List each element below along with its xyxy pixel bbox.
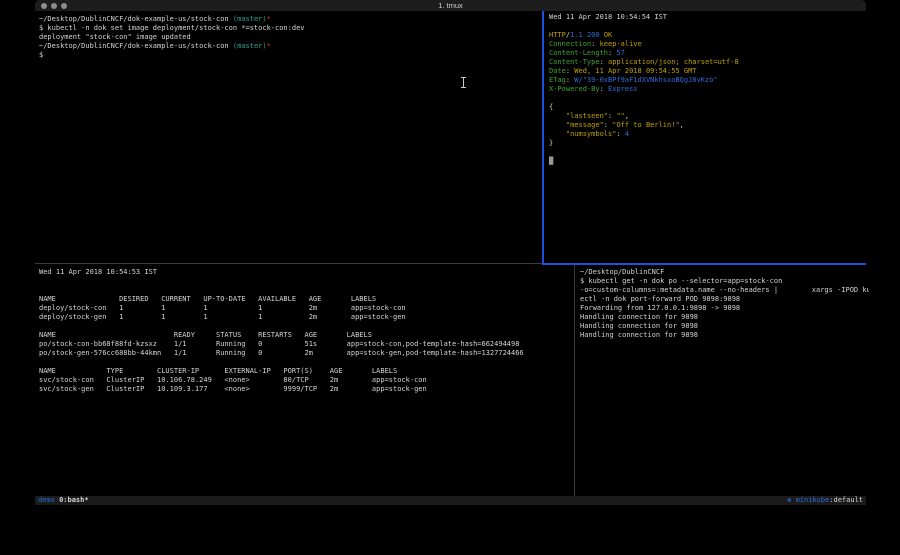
- terminal-line: Forwarding from 127.0.0.1:9898 -> 9898: [580, 304, 869, 313]
- terminal-line: [549, 148, 870, 157]
- terminal-line: "message": "Off to Berlin!",: [549, 121, 870, 130]
- terminal-line: Content-Type: application/json; charset=…: [549, 58, 870, 67]
- terminal-line: ectl -n dok port-forward POD 9898:9898: [580, 295, 869, 304]
- window-title: 1. tmux: [35, 1, 866, 11]
- pane-bottom-left-kubectl-get[interactable]: Wed 11 Apr 2018 10:54:53 IST NAME DESIRED…: [36, 264, 576, 500]
- terminal-line: $ kubectl -n dok set image deployment/st…: [39, 24, 545, 33]
- terminal-line: }: [549, 139, 870, 148]
- kube-context: minikube: [796, 496, 830, 504]
- terminal-line: █: [549, 157, 870, 166]
- pane-top-right-http-response[interactable]: Wed 11 Apr 2018 10:54:54 IST HTTP/1.1 200…: [544, 11, 870, 265]
- terminal-line: X-Powered-By: Express: [549, 85, 870, 94]
- terminal-line: [39, 286, 576, 295]
- terminal-line: po/stock-con-bb68f88fd-kzsxz 1/1 Running…: [39, 340, 576, 349]
- terminal-line: svc/stock-gen ClusterIP 10.109.3.177 <no…: [39, 385, 576, 394]
- terminal-line: ~/Desktop/DublinCNCF/dok-example-us/stoc…: [39, 42, 545, 51]
- terminal-line: NAME READY STATUS RESTARTS AGE LABELS: [39, 331, 576, 340]
- terminal-line: -o=custom-columns=:metadata.name --no-he…: [580, 286, 869, 295]
- terminal-line: Date: Wed, 11 Apr 2018 09:54:55 GMT: [549, 67, 870, 76]
- session-name: demo: [38, 496, 55, 504]
- terminal-line: "numsymbols": 4: [549, 130, 870, 139]
- window-tab[interactable]: 0:bash*: [59, 496, 89, 504]
- terminal-line: Handling connection for 9898: [580, 322, 869, 331]
- tmux-status-bar: demo 0:bash* ⊛ minikube:default: [35, 496, 866, 505]
- terminal-line: $: [39, 51, 545, 60]
- pane-bottom-right-port-forward[interactable]: ~/Desktop/DublinCNCF$ kubectl get -n dok…: [576, 264, 869, 500]
- terminal-line: ETag: W/"39-0xBPf9aF1dXVNkhsxoBQgJ8vKzo": [549, 76, 870, 85]
- desktop-background: 1. tmux ~/Desktop/DublinCNCF/dok-example…: [0, 0, 900, 555]
- ibeam-bottom-serif: [461, 87, 466, 88]
- terminal-line: {: [549, 103, 870, 112]
- terminal-line: Connection: keep-alive: [549, 40, 870, 49]
- text-cursor-pointer: [461, 77, 466, 88]
- terminal-line: [39, 322, 576, 331]
- status-left: demo 0:bash*: [38, 496, 89, 505]
- terminal-line: svc/stock-con ClusterIP 10.106.78.249 <n…: [39, 376, 576, 385]
- kube-namespace: :default: [829, 496, 863, 504]
- terminal-line: $ kubectl get -n dok po --selector=app=s…: [580, 277, 869, 286]
- terminal-line: "lastseen": "",: [549, 112, 870, 121]
- terminal-line: deployment "stock-con" image updated: [39, 33, 545, 42]
- terminal-line: NAME TYPE CLUSTER-IP EXTERNAL-IP PORT(S)…: [39, 367, 576, 376]
- terminal-window: 1. tmux ~/Desktop/DublinCNCF/dok-example…: [35, 0, 866, 505]
- terminal-line: NAME DESIRED CURRENT UP-TO-DATE AVAILABL…: [39, 295, 576, 304]
- terminal-line: Wed 11 Apr 2018 10:54:54 IST: [549, 13, 870, 22]
- terminal-line: ~/Desktop/DublinCNCF/dok-example-us/stoc…: [39, 15, 545, 24]
- terminal-line: Content-Length: 57: [549, 49, 870, 58]
- terminal-line: Handling connection for 9898: [580, 313, 869, 322]
- terminal-line: deploy/stock-con 1 1 1 1 2m app=stock-co…: [39, 304, 576, 313]
- pane-divider-vertical-bottom[interactable]: [574, 265, 575, 496]
- terminal-line: Handling connection for 9898: [580, 331, 869, 340]
- terminal-line: Wed 11 Apr 2018 10:54:53 IST: [39, 268, 576, 277]
- terminal-line: deploy/stock-gen 1 1 1 1 2m app=stock-ge…: [39, 313, 576, 322]
- pane-top-left-shell[interactable]: ~/Desktop/DublinCNCF/dok-example-us/stoc…: [36, 11, 545, 267]
- status-right: ⊛ minikube:default: [787, 496, 863, 505]
- terminal-line: [39, 358, 576, 367]
- window-titlebar[interactable]: 1. tmux: [35, 0, 866, 11]
- terminal-line: [549, 22, 870, 31]
- terminal-line: po/stock-gen-576cc688bb-44kmn 1/1 Runnin…: [39, 349, 576, 358]
- terminal-line: HTTP/1.1 200 OK: [549, 31, 870, 40]
- terminal-line: ~/Desktop/DublinCNCF: [580, 268, 869, 277]
- terminal-line: [549, 94, 870, 103]
- terminal-line: [39, 277, 576, 286]
